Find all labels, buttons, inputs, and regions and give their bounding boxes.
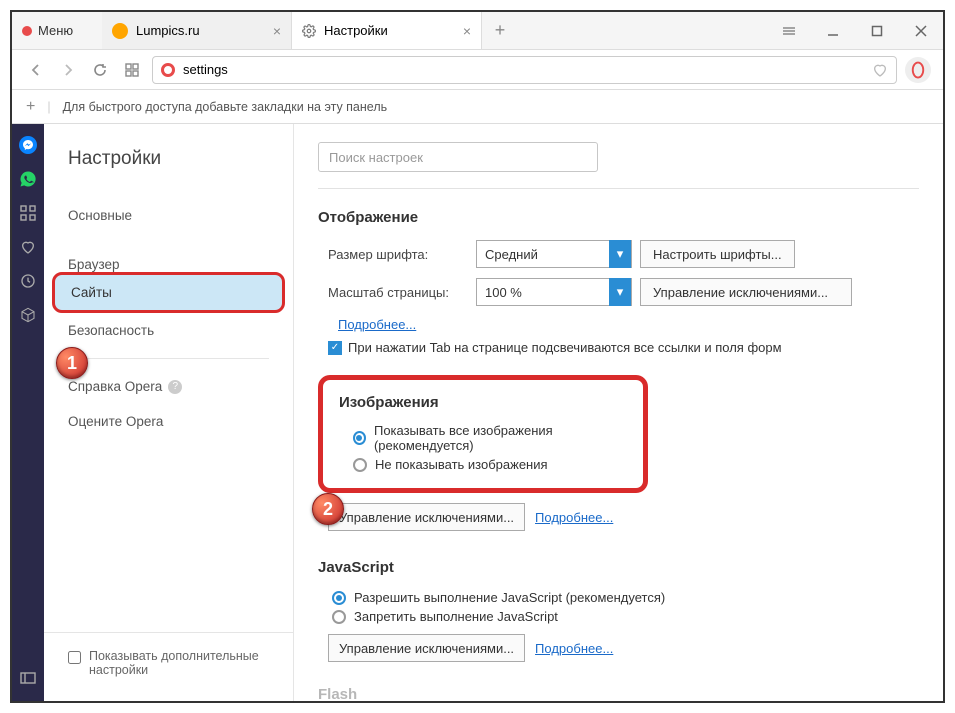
page-title: Настройки [44,148,293,170]
tab-label: Lumpics.ru [136,23,200,38]
profile-button[interactable] [905,57,931,83]
js-allow-radio[interactable]: Разрешить выполнение JavaScript (рекомен… [332,590,919,605]
menu-label: Меню [38,23,73,38]
show-advanced-checkbox[interactable]: Показывать дополнительные настройки [44,632,293,701]
radio-icon [353,458,367,472]
back-button[interactable] [24,58,48,82]
opera-icon [161,63,175,77]
opera-logo-icon [22,26,32,36]
bookmarks-bar: + | Для быстрого доступа добавьте заклад… [12,90,943,124]
bookmarks-hint: Для быстрого доступа добавьте закладки н… [63,100,388,114]
images-exceptions-button[interactable]: Управление исключениями... [328,503,525,531]
images-show-radio[interactable]: Показывать все изображения (рекомендуетс… [353,423,627,453]
tab-label: Настройки [324,23,388,38]
images-hide-radio[interactable]: Не показывать изображения [353,457,627,472]
minimize-button[interactable] [811,12,855,49]
images-more-link[interactable]: Подробнее... [535,510,613,525]
zoom-select[interactable]: 100 % ▾ [476,278,632,306]
radio-icon [332,591,346,605]
font-size-label: Размер шрифта: [328,247,476,262]
settings-search-input[interactable]: Поиск настроек [318,142,598,172]
font-size-select[interactable]: Средний ▾ [476,240,632,268]
images-section: Изображения Показывать все изображения (… [318,375,648,493]
nav-browser[interactable]: Браузер [44,247,293,272]
question-icon: ? [168,380,182,394]
tab-settings[interactable]: Настройки × [292,12,482,49]
menu-button[interactable]: Меню [12,12,102,49]
heart-rail-icon[interactable] [19,238,37,256]
chevron-down-icon: ▾ [609,240,631,268]
left-rail [12,124,44,701]
nav-security[interactable]: Безопасность [44,313,293,348]
display-more-link[interactable]: Подробнее... [338,317,416,332]
chevron-down-icon: ▾ [609,278,631,306]
maximize-button[interactable] [855,12,899,49]
annotation-callout-2: 2 [312,493,344,525]
close-button[interactable] [899,12,943,49]
new-tab-button[interactable]: + [482,12,518,49]
radio-icon [332,610,346,624]
js-exceptions-button[interactable]: Управление исключениями... [328,634,525,662]
win-settings-button[interactable] [767,12,811,49]
advanced-checkbox-input[interactable] [68,651,81,664]
titlebar: Меню Lumpics.ru × Настройки × + [12,12,943,50]
reload-button[interactable] [88,58,112,82]
messenger-icon[interactable] [19,136,37,154]
clock-icon[interactable] [19,272,37,290]
sidebar-toggle-icon[interactable] [19,669,37,687]
lumpics-favicon-icon [112,23,128,39]
settings-content: Поиск настроек Отображение Размер шрифта… [294,124,943,701]
address-bar: settings [12,50,943,90]
heart-icon[interactable] [872,62,888,78]
images-heading: Изображения [339,394,627,411]
js-block-radio[interactable]: Запретить выполнение JavaScript [332,609,919,624]
display-heading: Отображение [318,209,919,226]
radio-icon [353,431,366,445]
annotation-callout-1: 1 [56,347,88,379]
whatsapp-icon[interactable] [19,170,37,188]
close-icon[interactable]: × [463,23,471,39]
nav-basic[interactable]: Основные [44,198,293,233]
configure-fonts-button[interactable]: Настроить шрифты... [640,240,795,268]
cube-icon[interactable] [19,306,37,324]
tab-highlight-checkbox[interactable]: ✓ [328,341,342,355]
forward-button[interactable] [56,58,80,82]
grid-icon[interactable] [19,204,37,222]
add-bookmark-button[interactable]: + [26,98,35,116]
address-text: settings [183,62,228,77]
settings-nav: Настройки Основные Браузер Сайты Безопас… [44,124,294,701]
close-icon[interactable]: × [273,23,281,39]
speeddial-button[interactable] [120,58,144,82]
nav-rate[interactable]: Оцените Opera [44,404,293,439]
tab-highlight-label: При нажатии Tab на странице подсвечивают… [348,340,782,355]
js-heading: JavaScript [318,559,919,576]
address-input[interactable]: settings [152,56,897,84]
nav-sites[interactable]: Сайты [52,272,285,313]
zoom-exceptions-button[interactable]: Управление исключениями... [640,278,852,306]
gear-icon [302,24,316,38]
tab-lumpics[interactable]: Lumpics.ru × [102,12,292,49]
zoom-label: Масштаб страницы: [328,285,476,300]
js-more-link[interactable]: Подробнее... [535,641,613,656]
flash-heading: Flash [318,686,919,701]
